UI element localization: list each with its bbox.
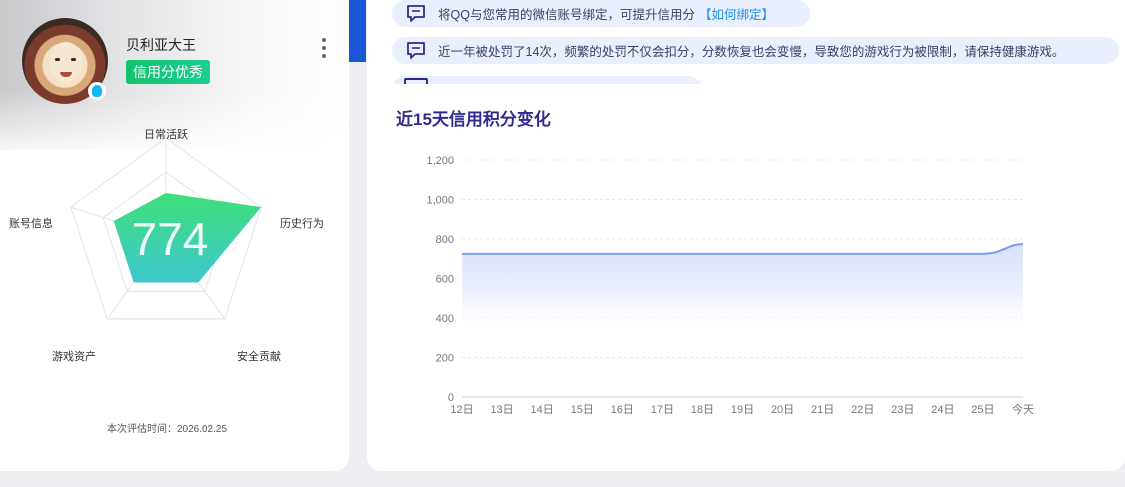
y-tick-label: 200 xyxy=(436,353,454,365)
eval-time: 本次评估时间：2026.02.25 xyxy=(106,424,228,435)
y-tick-label: 600 xyxy=(436,274,454,286)
y-tick-label: 800 xyxy=(436,234,454,246)
credit-trend-chart: 0 200 400 600 800 1,000 1,200 12日 13日 14日 15日 16日 1… xyxy=(426,155,1034,416)
x-tick-label: 24日 xyxy=(931,404,954,416)
radar-label-history: 历史行为 xyxy=(280,218,324,230)
y-tick-label: 0 xyxy=(448,392,454,404)
radar-label-security: 安全贡献 xyxy=(237,351,281,363)
x-tick-label: 23日 xyxy=(891,404,914,416)
how-to-bind-link[interactable]: 【如何绑定】 xyxy=(699,4,774,23)
x-tick-label: 22日 xyxy=(851,404,874,416)
accent-strip xyxy=(349,0,366,62)
notice-bind-wechat: 将QQ与您常用的微信账号绑定，可提升信用分 【如何绑定】 xyxy=(392,0,810,27)
x-tick-label: 20日 xyxy=(771,404,794,416)
radar-chart: 774 xyxy=(70,137,262,320)
notice-text: 近一年被处罚了14次，频繁的处罚不仅会扣分，分数恢复也会变慢，导致您的游戏行为被… xyxy=(438,45,1065,59)
notice-text: 将QQ与您常用的微信账号绑定，可提升信用分 xyxy=(438,8,695,22)
chart-series-line xyxy=(462,243,1024,255)
message-icon xyxy=(407,4,425,22)
radar-label-assets: 游戏资产 xyxy=(52,351,96,363)
y-tick-label: 400 xyxy=(436,313,454,325)
profile-card: 贝利亚大王 信用分优秀 774 日常活跃 历史行为 安全贡献 游戏资产 账号信息… xyxy=(0,0,349,471)
radar-label-daily: 日常活跃 xyxy=(144,129,188,141)
credit-badge: 信用分优秀 xyxy=(126,60,210,84)
notice-penalty: 近一年被处罚了14次，频繁的处罚不仅会扣分，分数恢复也会变慢，导致您的游戏行为被… xyxy=(392,37,1119,64)
x-tick-label: 12日 xyxy=(450,404,473,416)
x-tick-label: 21日 xyxy=(811,404,834,416)
credit-score: 774 xyxy=(132,213,209,265)
chart-area xyxy=(462,244,1023,337)
chart-title: 近15天信用积分变化 xyxy=(396,110,551,129)
notice-partial xyxy=(392,76,732,84)
y-tick-label: 1,200 xyxy=(426,155,454,167)
more-vertical-icon[interactable] xyxy=(318,38,330,58)
username: 贝利亚大王 xyxy=(126,37,196,53)
x-tick-label: 15日 xyxy=(571,404,594,416)
x-tick-label: 19日 xyxy=(731,404,754,416)
x-tick-label: 14日 xyxy=(531,404,554,416)
radar-label-account: 账号信息 xyxy=(9,218,53,230)
x-tick-label: 16日 xyxy=(611,404,634,416)
qq-icon xyxy=(88,82,106,100)
x-tick-label: 25日 xyxy=(971,404,994,416)
x-tick-label: 13日 xyxy=(490,404,513,416)
message-icon xyxy=(407,41,425,59)
y-tick-label: 1,000 xyxy=(426,195,454,207)
x-tick-label: 今天 xyxy=(1012,402,1034,416)
x-tick-label: 18日 xyxy=(691,404,714,416)
x-tick-label: 17日 xyxy=(651,404,674,416)
